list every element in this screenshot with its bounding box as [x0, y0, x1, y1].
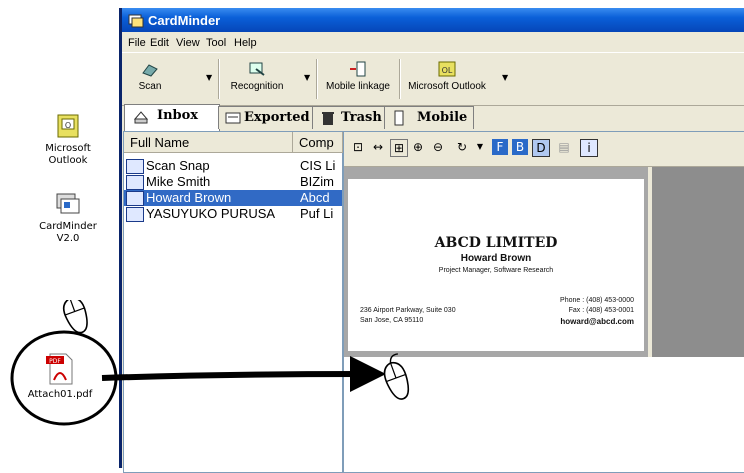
- menu-edit[interactable]: Edit: [150, 37, 169, 49]
- tab-inbox[interactable]: Inbox: [124, 104, 220, 131]
- menu-bar: File Edit View Tool Help: [122, 34, 744, 52]
- list-item[interactable]: YASUYUKO PURUSA Puf Li: [124, 206, 342, 222]
- double-side-icon[interactable]: D: [532, 139, 550, 157]
- column-header-full-name[interactable]: Full Name: [124, 132, 293, 153]
- mobile-linkage-button[interactable]: Mobile linkage: [320, 57, 396, 101]
- desktop-icon-outlook[interactable]: O Microsoft Outlook: [28, 112, 108, 167]
- card-email: howard@abcd.com: [560, 317, 634, 326]
- column-header-company[interactable]: Comp: [293, 132, 343, 153]
- zoom-out-icon[interactable]: ⊖: [430, 139, 446, 155]
- mobile-icon: [394, 110, 404, 126]
- desktop-icon-label: Microsoft: [45, 143, 91, 154]
- card-phone: Phone : (408) 453-0000: [560, 297, 634, 304]
- card-person: Howard Brown: [460, 253, 532, 264]
- desktop-icon-label: CardMinder: [39, 221, 97, 232]
- recognition-icon: [248, 61, 266, 77]
- mobile-linkage-icon: [349, 61, 367, 77]
- card-icon: [126, 207, 144, 222]
- toolbar-separator: [316, 59, 318, 99]
- app-icon: [128, 14, 144, 28]
- outlook-icon: OL: [438, 61, 456, 77]
- svg-text:OL: OL: [442, 66, 453, 75]
- outlook-dropdown-icon[interactable]: ▼: [502, 73, 508, 82]
- preview-toolbar: ⊡ ↔ ⊞ ⊕ ⊖ ↻ ▼ F B D ▤ i: [344, 132, 744, 167]
- menu-view[interactable]: View: [176, 37, 200, 49]
- svg-text:PDF: PDF: [49, 358, 61, 365]
- list-item-selected[interactable]: Howard Brown Abcd: [124, 190, 342, 206]
- title-bar[interactable]: CardMinder: [122, 8, 744, 32]
- fit-page-icon[interactable]: ⊡: [350, 139, 366, 155]
- scan-icon: [141, 61, 159, 77]
- exported-icon: [225, 112, 241, 124]
- front-side-icon[interactable]: F: [492, 139, 508, 155]
- print-icon[interactable]: ▤: [556, 139, 572, 155]
- scan-button[interactable]: Scan: [128, 57, 172, 101]
- zoom-in-icon[interactable]: ⊕: [410, 139, 426, 155]
- desktop-icon-label: V2.0: [56, 233, 80, 244]
- list-item[interactable]: Mike Smith BIZim: [124, 174, 342, 190]
- toolbar: Scan ▼ Recognition ▼ Mobile linkage OL M…: [122, 52, 744, 106]
- svg-text:O: O: [65, 121, 71, 130]
- desktop-icon-cardminder[interactable]: CardMinder V2.0: [28, 190, 108, 245]
- card-back-preview: N: [652, 167, 744, 357]
- back-side-icon[interactable]: B: [512, 139, 528, 155]
- menu-tool[interactable]: Tool: [206, 37, 226, 49]
- recognition-button[interactable]: Recognition: [224, 57, 290, 101]
- mouse-icon: [383, 353, 410, 400]
- info-icon[interactable]: i: [580, 139, 598, 157]
- menu-file[interactable]: File: [128, 37, 146, 49]
- tab-exported[interactable]: Exported: [218, 106, 314, 129]
- outlook-icon: O: [54, 112, 82, 140]
- scan-dropdown-icon[interactable]: ▼: [206, 73, 212, 82]
- mouse-icon: [62, 300, 88, 334]
- card-address-line-1: 236 Airport Parkway, Suite 030: [360, 307, 456, 314]
- recognition-dropdown-icon[interactable]: ▼: [304, 73, 310, 82]
- card-position: Project Manager, Software Research: [438, 267, 554, 274]
- rotate-icon[interactable]: ↻: [454, 139, 470, 155]
- inbox-icon: [133, 111, 149, 124]
- tab-bar: Inbox Exported Trash Mobile: [122, 104, 744, 131]
- fit-width-icon[interactable]: ↔: [370, 139, 386, 155]
- window-title: CardMinder: [148, 13, 221, 28]
- actual-size-icon[interactable]: ⊞: [390, 139, 408, 157]
- pdf-file-icon: PDF: [44, 352, 76, 386]
- menu-help[interactable]: Help: [234, 37, 257, 49]
- trash-icon: [322, 112, 334, 125]
- card-icon: [126, 191, 144, 206]
- card-fax: Fax : (408) 453-0001: [568, 307, 634, 314]
- card-icon: [126, 159, 144, 174]
- card-address-line-2: San Jose, CA 95110: [360, 317, 424, 324]
- rotate-dropdown-icon[interactable]: ▼: [472, 139, 488, 155]
- cardminder-icon: [54, 190, 82, 218]
- tab-trash[interactable]: Trash: [312, 106, 386, 129]
- card-company: ABCD LIMITED: [434, 235, 558, 251]
- list-item[interactable]: Scan Snap CIS Li: [124, 158, 342, 174]
- tab-mobile[interactable]: Mobile: [384, 106, 474, 129]
- business-card: ABCD LIMITED Howard Brown Project Manage…: [348, 179, 644, 351]
- card-icon: [126, 175, 144, 190]
- card-image-area: ABCD LIMITED Howard Brown Project Manage…: [344, 167, 648, 357]
- microsoft-outlook-button[interactable]: OL Microsoft Outlook: [401, 57, 493, 101]
- toolbar-separator: [218, 59, 220, 99]
- desktop-icon-label: Outlook: [48, 155, 88, 166]
